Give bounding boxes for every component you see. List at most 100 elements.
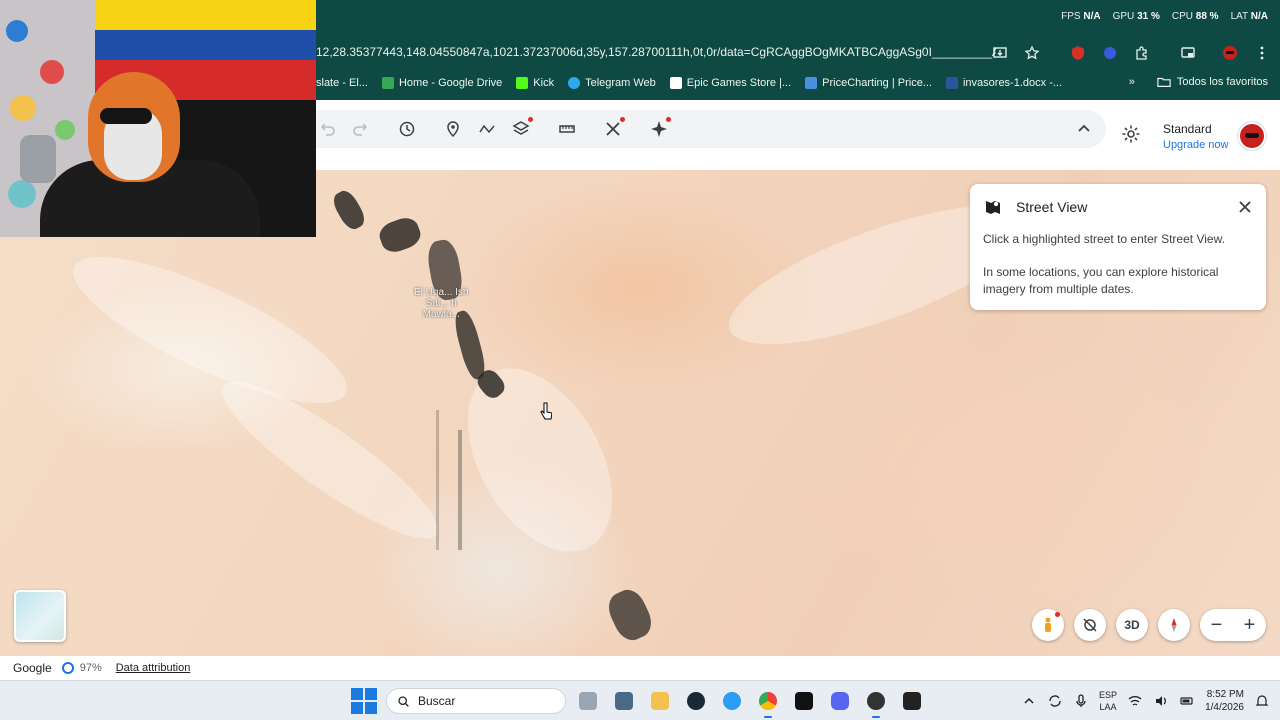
- bookmark-item[interactable]: invasores-1.docx -...: [945, 77, 1062, 89]
- star-icon[interactable]: [1020, 41, 1044, 65]
- bookmark-label[interactable]: Home - Google Drive: [399, 77, 502, 89]
- streamer-sunglasses: [100, 108, 152, 124]
- system-clock[interactable]: 8:52 PM 1/4/2026: [1205, 688, 1244, 714]
- bookmark-label[interactable]: slate - El...: [316, 77, 368, 89]
- path-icon[interactable]: [474, 116, 500, 142]
- bookmark-item[interactable]: Home - Google Drive: [381, 77, 502, 89]
- edge-icon[interactable]: [718, 687, 746, 715]
- steam-icon[interactable]: [682, 687, 710, 715]
- sparkle-icon[interactable]: [646, 116, 672, 142]
- bookmark-item[interactable]: PriceCharting | Price...: [805, 77, 932, 89]
- sync-icon[interactable]: [1047, 693, 1063, 709]
- more-bookmarks-button[interactable]: »: [1129, 76, 1135, 88]
- settlement-cluster: [329, 187, 369, 233]
- url-text[interactable]: 12,28.35377443,148.04550847a,1021.372370…: [316, 45, 996, 59]
- upgrade-link[interactable]: Upgrade now: [1163, 139, 1228, 151]
- tools-icon[interactable]: [600, 116, 626, 142]
- language-code[interactable]: ESP: [1099, 689, 1117, 701]
- layers-icon[interactable]: [508, 116, 534, 142]
- profile-icon[interactable]: [1218, 41, 1242, 65]
- map-status-bar: Google 97% Data attribution: [0, 656, 1280, 680]
- capcut-icon[interactable]: [790, 687, 818, 715]
- telegram-icon: [568, 77, 581, 89]
- extension-blue-icon[interactable]: [1098, 41, 1122, 65]
- bookmark-label[interactable]: Epic Games Store |...: [687, 77, 791, 89]
- battery-icon[interactable]: [1179, 693, 1195, 709]
- city-label-line: Sal... h: [425, 298, 457, 309]
- gpu-label: GPU: [1112, 11, 1135, 22]
- webcam-toy: [6, 20, 28, 42]
- search-placeholder[interactable]: Buscar: [418, 694, 455, 708]
- microphone-icon[interactable]: [1073, 693, 1089, 709]
- bookmark-item[interactable]: Kick: [516, 77, 554, 89]
- chevron-up-icon[interactable]: [1071, 116, 1097, 142]
- cpu-label: CPU: [1171, 11, 1193, 22]
- keyboard-layout[interactable]: LAA: [1099, 701, 1117, 713]
- performance-overlay: FPS N/A GPU 31 % CPU 88 % LAT N/A: [1061, 11, 1268, 22]
- webcam-toy: [40, 60, 64, 84]
- notification-bell-icon[interactable]: [1254, 693, 1270, 709]
- bookmark-label[interactable]: PriceCharting | Price...: [822, 77, 932, 89]
- undo-icon[interactable]: [314, 116, 340, 142]
- bookmarks-bar: slate - El... Home - Google Drive Kick T…: [316, 72, 1280, 94]
- obs-icon[interactable]: [862, 687, 890, 718]
- settlement-cluster: [376, 214, 424, 256]
- clock-time[interactable]: 8:52 PM: [1205, 688, 1244, 701]
- cpu-value: 88 %: [1195, 11, 1219, 22]
- history-icon[interactable]: [394, 116, 420, 142]
- windows-start-icon[interactable]: [350, 687, 378, 715]
- map-style-thumbnail[interactable]: [14, 590, 66, 642]
- close-icon[interactable]: [1236, 198, 1254, 216]
- street-view-icon: [984, 198, 1002, 216]
- chevron-up-icon[interactable]: [1021, 693, 1037, 709]
- all-bookmarks-button[interactable]: Todos los favoritos: [1157, 75, 1268, 89]
- taskbar-search[interactable]: Buscar: [386, 688, 566, 714]
- bookmark-item[interactable]: Epic Games Store |...: [669, 77, 791, 89]
- compass-icon[interactable]: [1158, 609, 1190, 641]
- notification-dot: [666, 117, 671, 122]
- notification-dot: [1055, 612, 1060, 617]
- zoom-out-button[interactable]: −: [1200, 609, 1233, 641]
- wadi-line: [458, 430, 462, 550]
- pin-icon[interactable]: [440, 116, 466, 142]
- volume-icon[interactable]: [1153, 693, 1169, 709]
- bookmark-label[interactable]: Telegram Web: [585, 77, 656, 89]
- plan-name: Standard: [1163, 122, 1212, 136]
- bookmark-item[interactable]: slate - El...: [316, 77, 368, 89]
- discord-icon[interactable]: [826, 687, 854, 715]
- loading-spinner-icon: [61, 662, 74, 674]
- address-bar[interactable]: 12,28.35377443,148.04550847a,1021.372370…: [316, 40, 1280, 66]
- extension-red-icon[interactable]: [1066, 41, 1090, 65]
- gpu-value: 31 %: [1137, 11, 1160, 22]
- all-bookmarks-label[interactable]: Todos los favoritos: [1177, 76, 1268, 88]
- flag-stripe-yellow: [95, 0, 316, 30]
- google-logo: Google: [13, 661, 52, 675]
- wifi-icon[interactable]: [1127, 693, 1143, 709]
- task-view-icon[interactable]: [574, 687, 602, 715]
- notification-dot: [620, 117, 625, 122]
- gear-icon[interactable]: [1121, 124, 1141, 149]
- clock-date[interactable]: 1/4/2026: [1205, 701, 1244, 714]
- data-attribution-link[interactable]: Data attribution: [116, 662, 191, 674]
- chrome-icon[interactable]: [754, 687, 782, 718]
- ruler-icon[interactable]: [554, 116, 580, 142]
- bookmark-label[interactable]: Kick: [533, 77, 554, 89]
- logitech-icon[interactable]: [898, 687, 926, 715]
- menu-icon[interactable]: [1250, 41, 1274, 65]
- cast-icon[interactable]: [1176, 41, 1200, 65]
- language-indicator[interactable]: ESP LAA: [1099, 689, 1117, 713]
- puzzle-icon[interactable]: [1130, 41, 1154, 65]
- bookmark-item[interactable]: Telegram Web: [568, 77, 656, 89]
- location-off-icon[interactable]: [1074, 609, 1106, 641]
- install-icon[interactable]: [988, 41, 1012, 65]
- microphone: [20, 135, 56, 183]
- file-explorer-icon[interactable]: [646, 687, 674, 715]
- zoom-in-button[interactable]: +: [1233, 609, 1266, 641]
- view-3d-button[interactable]: 3D: [1116, 609, 1148, 641]
- pegman-icon[interactable]: [1032, 609, 1064, 641]
- redo-icon[interactable]: [348, 116, 374, 142]
- calculator-icon[interactable]: [610, 687, 638, 715]
- terrain-ridge: [438, 343, 642, 577]
- bookmark-label[interactable]: invasores-1.docx -...: [963, 77, 1062, 89]
- avatar[interactable]: [1238, 122, 1266, 150]
